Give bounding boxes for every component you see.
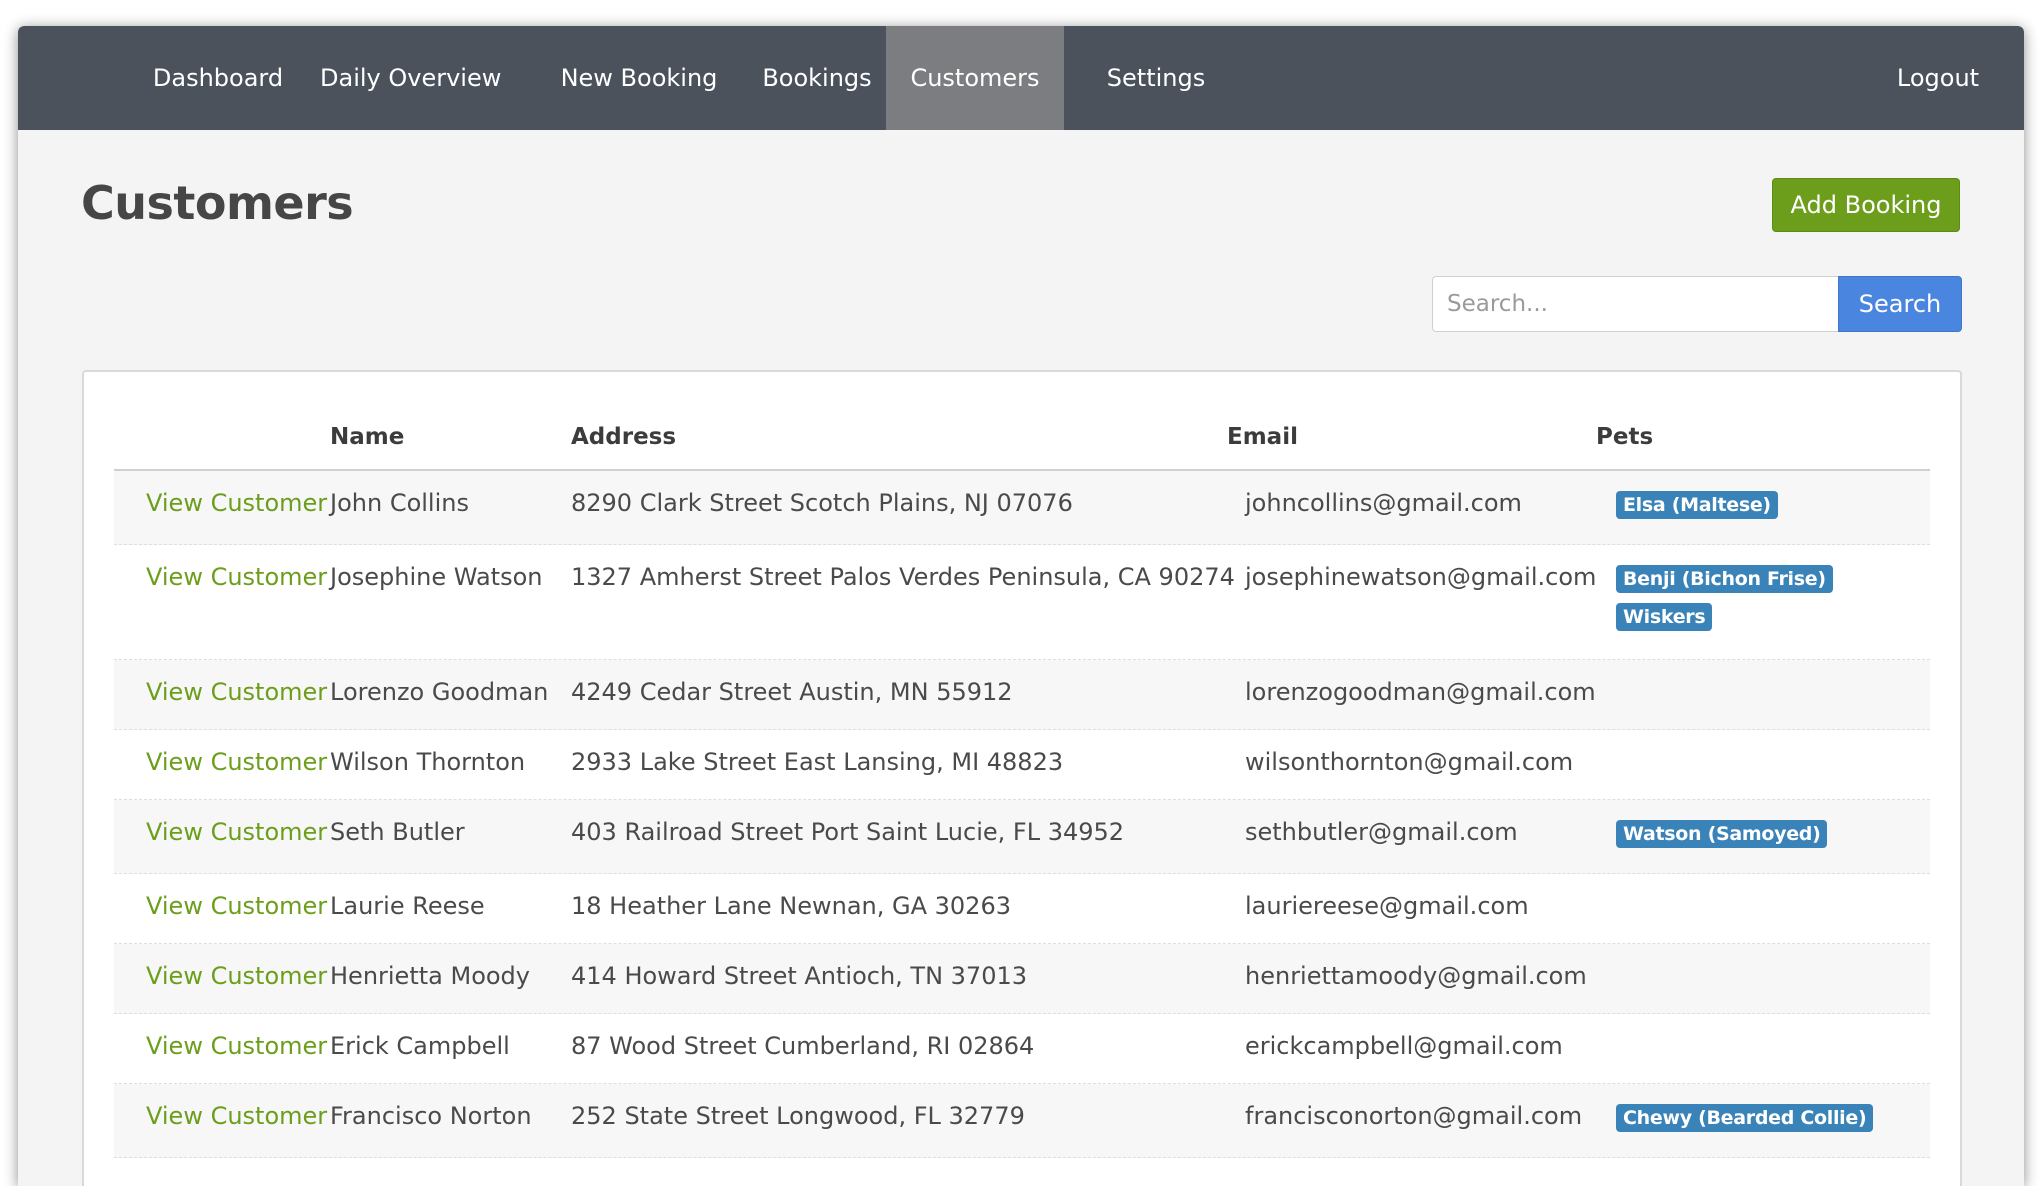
customer-email: erickcampbell@gmail.com <box>1245 1032 1563 1060</box>
nav-item-bookings[interactable]: Bookings <box>754 26 880 130</box>
view-customer-link[interactable]: View Customer <box>146 1032 327 1060</box>
customer-name: Wilson Thornton <box>330 748 526 776</box>
customer-name: Lorenzo Goodman <box>330 678 549 706</box>
add-booking-button[interactable]: Add Booking <box>1772 178 1960 232</box>
view-customer-link[interactable]: View Customer <box>146 818 327 846</box>
column-header-name: Name <box>330 424 405 450</box>
page-title: Customers <box>81 176 354 230</box>
search-input[interactable] <box>1432 276 1838 332</box>
customer-address: 252 State Street Longwood, FL 32779 <box>571 1102 1025 1130</box>
nav-item-customers[interactable]: Customers <box>886 26 1064 130</box>
nav-item-dashboard[interactable]: Dashboard <box>138 26 298 130</box>
nav-item-settings[interactable]: Settings <box>1086 26 1226 130</box>
pet-badge: Elsa (Maltese) <box>1616 491 1778 519</box>
pets-list: Watson (Samoyed) <box>1616 820 1828 858</box>
customer-name: Henrietta Moody <box>330 962 530 990</box>
table-row: View Customer Josephine Watson 1327 Amhers… <box>114 545 1930 660</box>
nav-item-daily-overview[interactable]: Daily Overview <box>320 26 501 130</box>
customer-email: henriettamoody@gmail.com <box>1245 962 1587 990</box>
customer-email: lorenzogoodman@gmail.com <box>1245 678 1596 706</box>
customer-address: 4249 Cedar Street Austin, MN 55912 <box>571 678 1013 706</box>
column-header-pets: Pets <box>1596 424 1654 450</box>
customer-name: Erick Campbell <box>330 1032 510 1060</box>
column-header-email: Email <box>1227 424 1298 450</box>
view-customer-link[interactable]: View Customer <box>146 962 327 990</box>
pets-list: Elsa (Maltese) <box>1616 491 1778 529</box>
view-customer-link[interactable]: View Customer <box>146 892 327 920</box>
customer-name: John Collins <box>330 489 469 517</box>
table-row: View Customer Lorenzo Goodman 4249 Cedar S… <box>114 660 1930 730</box>
column-header-address: Address <box>571 424 677 450</box>
app-window: Dashboard Daily Overview New Booking Boo… <box>18 26 2024 1186</box>
pet-badge: Chewy (Bearded Collie) <box>1616 1104 1874 1132</box>
pet-badge: Watson (Samoyed) <box>1616 820 1828 848</box>
customer-address: 1327 Amherst Street Palos Verdes Peninsu… <box>571 563 1235 591</box>
customer-address: 2933 Lake Street East Lansing, MI 48823 <box>571 748 1064 776</box>
customer-email: wilsonthornton@gmail.com <box>1245 748 1574 776</box>
search-button[interactable]: Search <box>1838 276 1962 332</box>
view-customer-link[interactable]: View Customer <box>146 1102 327 1130</box>
view-customer-link[interactable]: View Customer <box>146 678 327 706</box>
nav-logout[interactable]: Logout <box>1878 26 1998 130</box>
view-customer-link[interactable]: View Customer <box>146 748 327 776</box>
customer-email: sethbutler@gmail.com <box>1245 818 1518 846</box>
table-row: View Customer Erick Campbell 87 Wood Stree… <box>114 1014 1930 1084</box>
customer-address: 403 Railroad Street Port Saint Lucie, FL… <box>571 818 1125 846</box>
table-row: View Customer Wilson Thornton 2933 Lake St… <box>114 730 1930 800</box>
customer-email: johncollins@gmail.com <box>1245 489 1522 517</box>
customer-email: francisconorton@gmail.com <box>1245 1102 1583 1130</box>
customer-email: josephinewatson@gmail.com <box>1245 563 1597 591</box>
customer-address: 87 Wood Street Cumberland, RI 02864 <box>571 1032 1035 1060</box>
customer-name: Laurie Reese <box>330 892 485 920</box>
pets-list: Chewy (Bearded Collie) <box>1616 1104 1874 1142</box>
table-row: View Customer Francisco Norton 252 State S… <box>114 1084 1930 1158</box>
customer-address: 414 Howard Street Antioch, TN 37013 <box>571 962 1028 990</box>
view-customer-link[interactable]: View Customer <box>146 563 327 591</box>
nav-item-new-booking[interactable]: New Booking <box>548 26 730 130</box>
customer-name: Francisco Norton <box>330 1102 532 1130</box>
pet-badge: Benji (Bichon Frise) <box>1616 565 1833 593</box>
pet-badge: Wiskers <box>1616 603 1713 631</box>
customer-address: 18 Heather Lane Newnan, GA 30263 <box>571 892 1011 920</box>
table-row: View Customer John Collins 8290 Clark Stre… <box>114 471 1930 545</box>
top-navbar: Dashboard Daily Overview New Booking Boo… <box>18 26 2024 130</box>
pets-list: Benji (Bichon Frise) Wiskers <box>1616 565 1833 641</box>
table-row: View Customer Laurie Reese 18 Heather Lane… <box>114 874 1930 944</box>
customer-address: 8290 Clark Street Scotch Plains, NJ 0707… <box>571 489 1073 517</box>
table-row: View Customer Seth Butler 403 Railroad Str… <box>114 800 1930 874</box>
view-customer-link[interactable]: View Customer <box>146 489 327 517</box>
customer-name: Seth Butler <box>330 818 465 846</box>
customer-name: Josephine Watson <box>330 563 543 591</box>
customer-email: lauriereese@gmail.com <box>1245 892 1529 920</box>
table-row: View Customer Henrietta Moody 414 Howard S… <box>114 944 1930 1014</box>
